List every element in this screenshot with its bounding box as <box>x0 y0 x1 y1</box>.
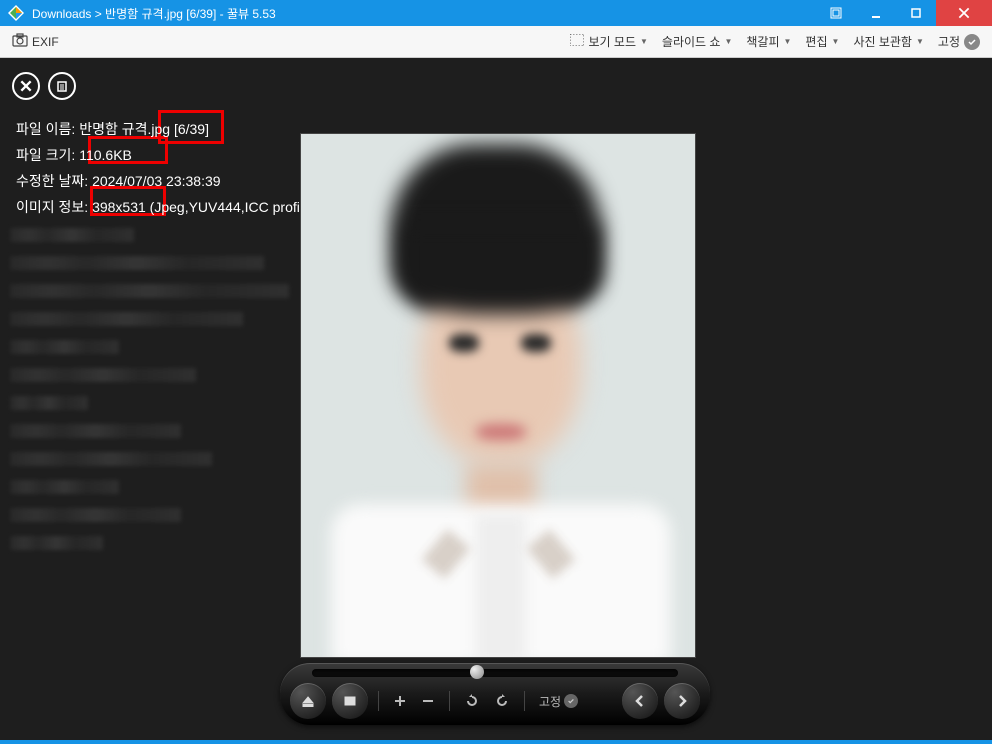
app-logo-icon <box>6 3 26 23</box>
chevron-down-icon: ▼ <box>916 37 924 46</box>
toolbar: EXIF 보기 모드▼ 슬라이드 쇼▼ 책갈피▼ 편집▼ 사진 보관함▼ 고정 <box>0 26 992 58</box>
maximize-button[interactable] <box>896 0 936 26</box>
chevron-down-icon: ▼ <box>784 37 792 46</box>
fullscreen-button[interactable] <box>816 0 856 26</box>
copy-info-button[interactable] <box>48 72 76 100</box>
title-bar: Downloads > 반명함 규격.jpg [6/39] - 꿀뷰 5.53 <box>0 0 992 26</box>
exif-details-blurred <box>10 228 320 668</box>
window-border-bottom <box>0 740 992 744</box>
eject-button[interactable] <box>290 683 326 719</box>
exif-button[interactable]: EXIF <box>32 35 59 49</box>
next-button[interactable] <box>664 683 700 719</box>
zoom-out-button[interactable] <box>417 694 439 708</box>
viewmode-icon <box>570 34 584 49</box>
menu-button[interactable] <box>332 683 368 719</box>
chevron-down-icon: ▼ <box>832 37 840 46</box>
zoom-in-button[interactable] <box>389 694 411 708</box>
camera-icon <box>12 33 28 50</box>
rotate-left-button[interactable] <box>460 693 484 709</box>
bottom-control-bar: 고정 <box>280 663 710 725</box>
chevron-down-icon: ▼ <box>724 37 732 46</box>
chevron-down-icon: ▼ <box>640 37 648 46</box>
zoom-slider[interactable] <box>312 669 678 677</box>
bookmark-button[interactable]: 책갈피▼ <box>746 33 791 50</box>
view-mode-button[interactable]: 보기 모드▼ <box>570 33 647 50</box>
archive-button[interactable]: 사진 보관함▼ <box>853 33 923 50</box>
slideshow-button[interactable]: 슬라이드 쇼▼ <box>662 33 732 50</box>
close-overlay-button[interactable] <box>12 72 40 100</box>
check-icon <box>564 694 578 708</box>
zoom-slider-thumb[interactable] <box>470 665 484 679</box>
pin-bottom-button[interactable]: 고정 <box>535 693 582 710</box>
pin-button[interactable]: 고정 <box>938 33 980 50</box>
close-button[interactable] <box>936 0 992 26</box>
image-viewport[interactable] <box>300 133 696 658</box>
minimize-button[interactable] <box>856 0 896 26</box>
window-title: Downloads > 반명함 규격.jpg [6/39] - 꿀뷰 5.53 <box>32 5 816 22</box>
rotate-right-button[interactable] <box>490 693 514 709</box>
prev-button[interactable] <box>622 683 658 719</box>
content-area: 파일 이름: 반명함 규격.jpg [6/39] 파일 크기: 110.6KB … <box>0 58 992 740</box>
edit-button[interactable]: 편집▼ <box>805 33 839 50</box>
check-icon <box>964 34 980 50</box>
